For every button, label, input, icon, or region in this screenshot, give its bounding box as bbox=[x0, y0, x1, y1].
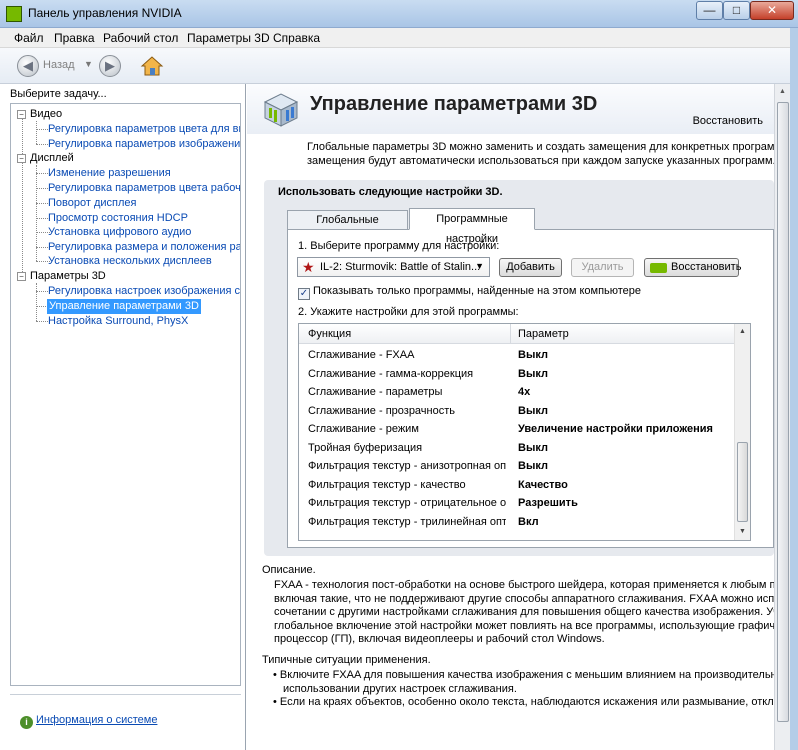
add-button[interactable]: Добавить bbox=[499, 258, 562, 277]
sidebar-item-resolution[interactable]: Изменение разрешения bbox=[48, 166, 171, 181]
table-row[interactable]: Фильтрация текстур - качество Качество bbox=[299, 477, 736, 496]
feature-settings-table: Функция Параметр Сглаживание - FXAA Выкл … bbox=[298, 323, 751, 541]
tree-category-3d[interactable]: − Параметры 3D bbox=[17, 269, 106, 284]
tree-category-display[interactable]: − Дисплей bbox=[17, 151, 74, 166]
column-header-value[interactable]: Параметр bbox=[518, 328, 569, 340]
menu-edit[interactable]: Правка bbox=[54, 31, 95, 45]
scroll-thumb[interactable] bbox=[777, 102, 789, 722]
restore-defaults-link[interactable]: Восстановить bbox=[693, 115, 763, 127]
table-header: Функция Параметр bbox=[299, 324, 736, 344]
column-divider bbox=[510, 324, 511, 344]
description-text: FXAA - технология пост-обработки на осно… bbox=[274, 579, 774, 645]
scroll-down-icon[interactable]: ▼ bbox=[735, 524, 750, 540]
sidebar-item-surround-physx[interactable]: Настройка Surround, PhysX bbox=[48, 314, 188, 329]
collapse-icon[interactable]: − bbox=[17, 110, 26, 119]
scroll-thumb[interactable] bbox=[737, 442, 748, 522]
tree-connector bbox=[36, 283, 37, 321]
sidebar-item-rotate-display[interactable]: Поворот дисплея bbox=[48, 196, 136, 211]
delete-button[interactable]: Удалить bbox=[571, 258, 634, 277]
page-banner: Управление параметрами 3D Восстановить bbox=[247, 84, 774, 134]
info-icon: i bbox=[20, 716, 33, 729]
program-select[interactable]: ★ IL-2: Sturmovik: Battle of Stalin... ▼ bbox=[297, 257, 490, 277]
minimize-button[interactable]: — bbox=[696, 1, 723, 20]
usage-label: Типичные ситуации применения. bbox=[262, 654, 431, 666]
menu-desktop[interactable]: Рабочий стол bbox=[103, 31, 178, 45]
nvidia-logo-icon bbox=[650, 263, 667, 273]
description-label: Описание. bbox=[262, 564, 316, 576]
table-row[interactable]: Фильтрация текстур - отрицательное о... Р… bbox=[299, 495, 736, 514]
intro-text: Глобальные параметры 3D можно заменить и… bbox=[307, 141, 774, 167]
task-tree: − Видео Регулировка параметров цвета для … bbox=[10, 103, 241, 686]
chevron-down-icon: ▼ bbox=[475, 261, 484, 271]
back-button-label[interactable]: Назад bbox=[43, 59, 75, 71]
tab-global-settings[interactable]: Глобальные параметры bbox=[287, 210, 408, 244]
home-icon[interactable] bbox=[140, 55, 164, 77]
table-row[interactable]: Сглаживание - гамма-коррекция Выкл bbox=[299, 366, 736, 385]
settings-group: Использовать следующие настройки 3D. Гло… bbox=[264, 180, 774, 556]
sidebar-header: Выберите задачу... bbox=[10, 88, 107, 100]
maximize-button[interactable]: □ bbox=[723, 1, 750, 20]
tab-panel: 1. Выберите программу для настройки: ★ I… bbox=[287, 229, 774, 548]
table-row[interactable]: Сглаживание - прозрачность Выкл bbox=[299, 403, 736, 422]
back-arrow-icon[interactable]: ◀ bbox=[17, 55, 39, 77]
usage-list: • Включите FXAA для повышения качества и… bbox=[273, 669, 774, 710]
restore-button[interactable]: Восстановить bbox=[644, 258, 741, 277]
task-sidebar: Выберите задачу... − Видео Регулировка па… bbox=[0, 84, 246, 750]
table-row[interactable]: Фильтрация текстур - трилинейная опт... В… bbox=[299, 514, 736, 533]
sidebar-item-desktop-color[interactable]: Регулировка параметров цвета рабочег bbox=[48, 181, 240, 196]
checkbox-check-icon[interactable]: ✓ bbox=[298, 288, 310, 300]
tree-category-video[interactable]: − Видео bbox=[17, 107, 62, 122]
sidebar-item-video-image[interactable]: Регулировка параметров изображения д bbox=[48, 137, 240, 152]
page-title: Управление параметрами 3D bbox=[310, 93, 598, 115]
menu-bar: Файл Правка Рабочий стол Параметры 3D Сп… bbox=[0, 28, 798, 48]
tree-connector bbox=[36, 121, 37, 144]
nvidia-app-icon bbox=[6, 6, 22, 22]
system-info-link[interactable]: i Информация о системе bbox=[20, 714, 157, 729]
toolbar: ◀ Назад ▼ ▶ bbox=[0, 48, 798, 84]
sidebar-item-video-color[interactable]: Регулировка параметров цвета для вид bbox=[48, 122, 240, 137]
menu-help[interactable]: Справка bbox=[273, 31, 320, 45]
group-title: Использовать следующие настройки 3D. bbox=[278, 186, 503, 198]
3d-settings-icon bbox=[263, 93, 299, 127]
program-star-icon: ★ bbox=[302, 259, 315, 275]
sidebar-item-multiple-displays[interactable]: Установка нескольких дисплеев bbox=[48, 254, 212, 269]
history-dropdown-icon[interactable]: ▼ bbox=[84, 59, 93, 69]
forward-arrow-icon[interactable]: ▶ bbox=[99, 55, 121, 77]
table-row[interactable]: Сглаживание - режим Увеличение настройки … bbox=[299, 421, 736, 440]
sidebar-item-digital-audio[interactable]: Установка цифрового аудио bbox=[48, 225, 191, 240]
show-installed-only-checkbox[interactable]: ✓ Показывать только программы, найденные … bbox=[298, 285, 641, 300]
close-button[interactable]: ✕ bbox=[750, 1, 794, 20]
table-scrollbar[interactable]: ▲ ▼ bbox=[734, 324, 750, 540]
sidebar-item-hdcp[interactable]: Просмотр состояния HDCP bbox=[48, 211, 188, 226]
menu-file[interactable]: Файл bbox=[14, 31, 44, 45]
list-item: • Включите FXAA для повышения качества и… bbox=[273, 669, 774, 681]
table-row[interactable]: Сглаживание - FXAA Выкл bbox=[299, 347, 736, 366]
collapse-icon[interactable]: − bbox=[17, 272, 26, 281]
table-row[interactable]: Фильтрация текстур - анизотропная оп... В… bbox=[299, 458, 736, 477]
scroll-up-icon[interactable]: ▲ bbox=[775, 84, 790, 100]
list-item-continuation: использовании других настроек сглаживани… bbox=[283, 682, 517, 695]
table-row[interactable]: Тройная буферизация Выкл bbox=[299, 440, 736, 459]
tree-connector bbox=[22, 116, 23, 272]
scroll-up-icon[interactable]: ▲ bbox=[735, 324, 750, 340]
step2-label: 2. Укажите настройки для этой программы: bbox=[298, 306, 519, 318]
sidebar-item-image-preview[interactable]: Регулировка настроек изображения с пр bbox=[48, 284, 240, 299]
main-content: Управление параметрами 3D Восстановить Г… bbox=[247, 84, 774, 750]
window-title: Панель управления NVIDIA bbox=[28, 6, 182, 20]
menu-3d-settings[interactable]: Параметры 3D bbox=[187, 31, 270, 45]
list-item: • Если на краях объектов, особенно около… bbox=[273, 696, 774, 708]
divider bbox=[10, 694, 241, 695]
column-header-feature[interactable]: Функция bbox=[308, 328, 351, 340]
sidebar-item-manage-3d[interactable]: Управление параметрами 3D bbox=[47, 299, 201, 314]
window-scrollbar[interactable]: ▲ bbox=[774, 84, 790, 750]
window-frame bbox=[790, 28, 798, 750]
collapse-icon[interactable]: − bbox=[17, 154, 26, 163]
sidebar-item-desktop-size[interactable]: Регулировка размера и положения рабо bbox=[48, 240, 240, 255]
table-row[interactable]: Сглаживание - параметры 4x bbox=[299, 384, 736, 403]
title-bar: Панель управления NVIDIA — □ ✕ bbox=[0, 0, 798, 28]
tab-program-settings[interactable]: Программные настройки bbox=[409, 208, 535, 245]
